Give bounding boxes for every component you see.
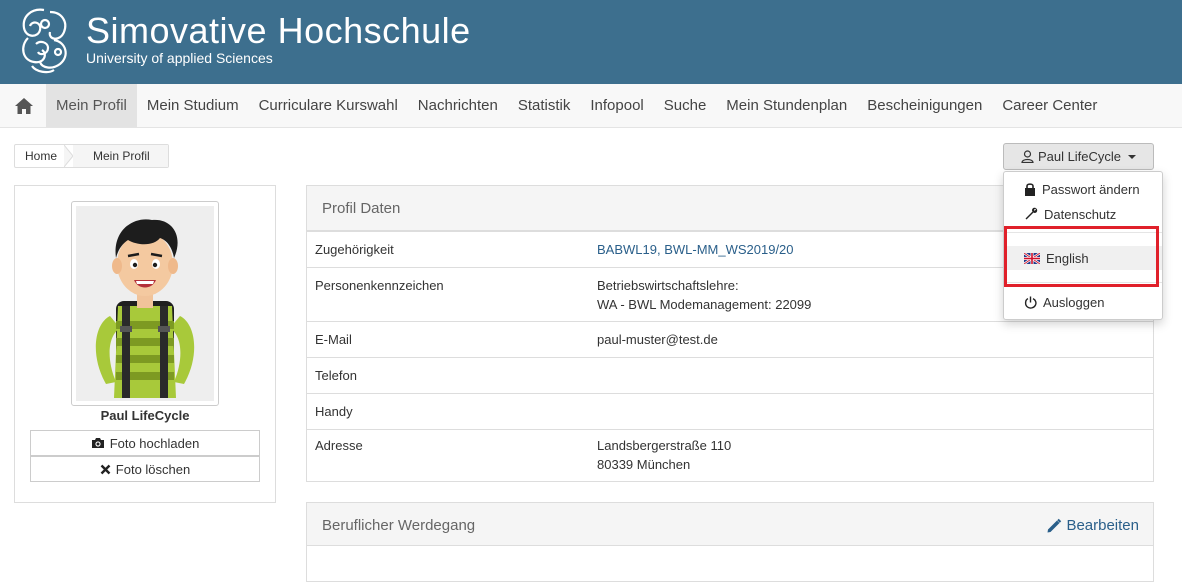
upload-photo-button[interactable]: Foto hochladen — [30, 430, 260, 456]
nav-item-mein-studium[interactable]: Mein Studium — [137, 84, 249, 127]
menu-item-passwort-aendern[interactable]: Passwort ändern — [1004, 177, 1162, 201]
highlight-frame — [1004, 226, 1159, 287]
delete-photo-button[interactable]: Foto löschen — [30, 456, 260, 482]
camera-icon — [91, 438, 104, 448]
row-label: Zugehörigkeit — [315, 242, 394, 257]
nav-item-nachrichten[interactable]: Nachrichten — [408, 84, 508, 127]
user-icon — [1021, 150, 1034, 163]
profile-name: Paul LifeCycle — [100, 408, 190, 423]
nav-item-bescheinigungen[interactable]: Bescheinigungen — [857, 84, 992, 127]
home-icon — [15, 97, 33, 114]
panel-header: Beruflicher Werdegang Bearbeiten — [307, 503, 1153, 546]
site-subtitle: University of applied Sciences — [86, 50, 273, 66]
profile-photo-panel: Paul LifeCycle Foto hochladen Foto lösch… — [14, 185, 276, 503]
nav-home[interactable] — [4, 84, 44, 127]
nav-item-mein-stundenplan[interactable]: Mein Stundenplan — [716, 84, 857, 127]
row-label: Handy — [315, 404, 353, 419]
avatar — [71, 201, 219, 406]
university-logo-icon[interactable] — [14, 4, 76, 76]
row-value: Betriebswirtschaftslehre: — [597, 278, 739, 293]
caret-down-icon — [1128, 154, 1137, 159]
row-value: 80339 München — [597, 457, 691, 472]
menu-item-label: Passwort ändern — [1042, 181, 1140, 197]
row-label: E-Mail — [315, 332, 352, 347]
nav-item-statistik[interactable]: Statistik — [508, 84, 581, 127]
close-icon — [100, 464, 111, 474]
nav-item-infopool[interactable]: Infopool — [580, 84, 653, 127]
menu-item-datenschutz[interactable]: Datenschutz — [1004, 202, 1162, 226]
menu-item-label: Datenschutz — [1044, 206, 1117, 222]
row-label: Personenkennzeichen — [315, 278, 444, 293]
row-value: paul-muster@test.de — [597, 332, 718, 347]
breadcrumb-current: Mein Profil — [73, 145, 168, 167]
main-nav: Mein Profil Mein Studium Curriculare Kur… — [0, 84, 1182, 128]
site-header: Simovative Hochschule University of appl… — [0, 0, 1182, 84]
menu-item-ausloggen[interactable]: Ausloggen — [1004, 290, 1162, 314]
wrench-icon — [1025, 207, 1038, 220]
table-row: Handy — [307, 393, 1153, 429]
breadcrumb: Home Mein Profil — [14, 144, 169, 168]
career-panel: Beruflicher Werdegang Bearbeiten — [306, 502, 1154, 582]
site-title: Simovative Hochschule — [86, 10, 471, 51]
table-row: E-Mail paul-muster@test.de — [307, 321, 1153, 357]
table-row: Adresse Landsbergerstraße 110 80339 Münc… — [307, 429, 1153, 481]
user-menu-label: Paul LifeCycle — [1037, 149, 1122, 164]
breadcrumb-home-label: Home — [25, 149, 58, 163]
user-menu-button[interactable]: Paul LifeCycle — [1003, 143, 1154, 170]
edit-career-label: Bearbeiten — [1066, 517, 1139, 534]
panel-title: Profil Daten — [322, 200, 401, 217]
table-row: Telefon — [307, 357, 1153, 393]
lock-icon — [1025, 183, 1035, 196]
panel-title: Beruflicher Werdegang — [322, 517, 476, 534]
row-value: Landsbergerstraße 110 — [597, 438, 732, 453]
row-label: Adresse — [315, 438, 363, 453]
avatar-illustration — [95, 219, 195, 398]
delete-photo-label: Foto löschen — [115, 461, 191, 477]
nav-item-suche[interactable]: Suche — [654, 84, 717, 127]
affiliation-link[interactable]: BABWL19, BWL-MM_WS2019/20 — [597, 240, 794, 259]
nav-item-career-center[interactable]: Career Center — [992, 84, 1107, 127]
row-value: WA - BWL Modemanagement: 22099 — [597, 297, 812, 312]
upload-photo-label: Foto hochladen — [109, 435, 200, 451]
breadcrumb-home[interactable]: Home — [15, 145, 74, 167]
menu-item-label: Ausloggen — [1043, 294, 1105, 310]
pencil-icon — [1047, 518, 1062, 532]
nav-item-curriculare-kurswahl[interactable]: Curriculare Kurswahl — [249, 84, 408, 127]
row-label: Telefon — [315, 368, 357, 383]
edit-career-link[interactable]: Bearbeiten — [1046, 517, 1139, 534]
power-icon — [1024, 296, 1037, 309]
nav-item-mein-profil[interactable]: Mein Profil — [46, 84, 137, 127]
